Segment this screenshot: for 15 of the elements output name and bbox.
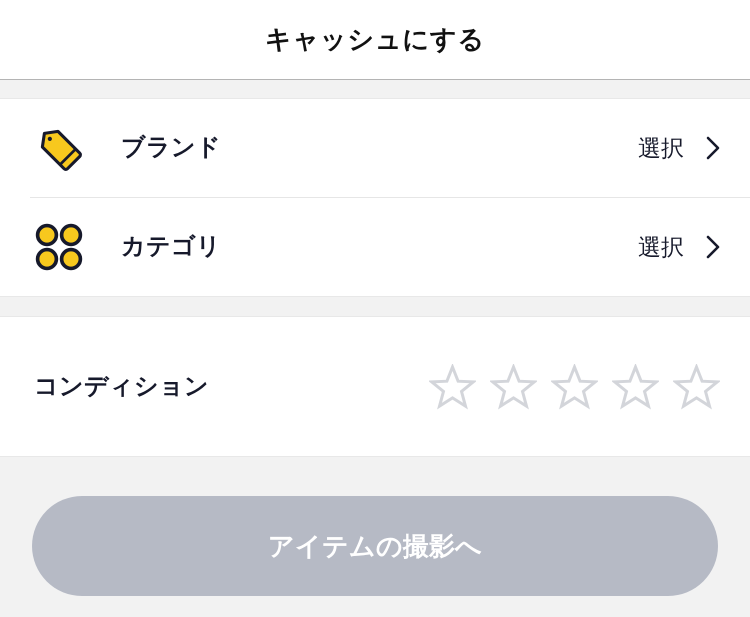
star-icon[interactable] [429,364,476,410]
star-icon[interactable] [612,364,659,410]
page-title: キャッシュにする [265,23,485,56]
star-icon[interactable] [673,364,720,410]
condition-label: コンディション [34,372,209,402]
option-label: ブランド [121,133,221,163]
chevron-right-icon[interactable] [706,235,720,259]
select-link[interactable]: 選択 [638,130,684,166]
option-label: カテゴリ [121,232,221,262]
star-icon[interactable] [551,364,598,410]
four-dots-icon [35,223,83,271]
select-link[interactable]: 選択 [638,230,684,264]
chevron-right-icon[interactable] [706,136,720,160]
star-rating[interactable] [429,364,720,410]
star-icon[interactable] [490,364,537,410]
